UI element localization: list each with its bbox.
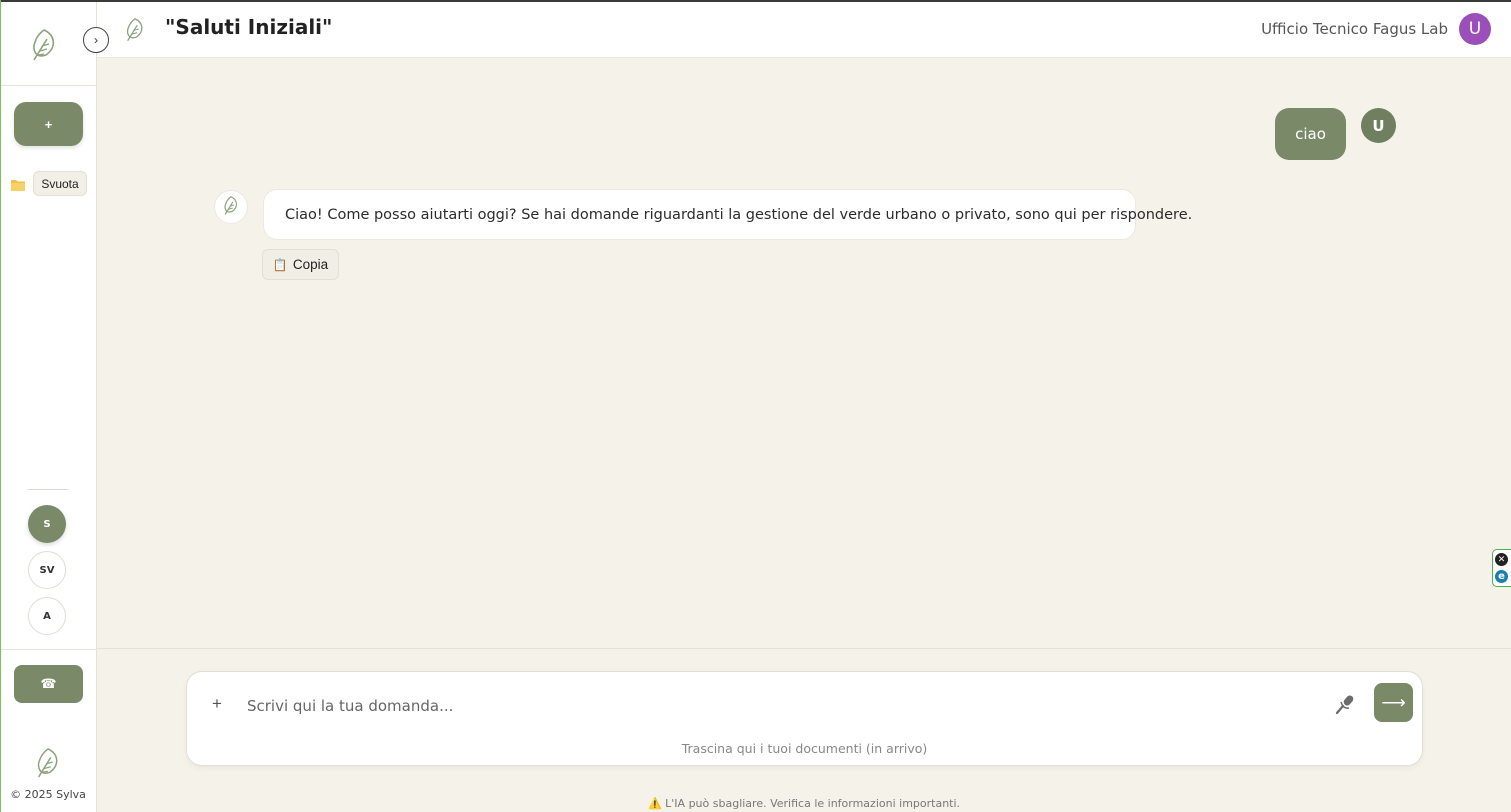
send-button[interactable]: ⟶ (1374, 683, 1413, 722)
close-icon[interactable]: ✕ (1495, 553, 1508, 566)
chat-title: "Saluti Iniziali" (165, 15, 333, 39)
sidebar-toggle-button[interactable]: › (83, 27, 109, 53)
dropzone-hint: Trascina qui i tuoi documenti (in arrivo… (681, 741, 928, 756)
assistant-message-bubble: Ciao! Come posso aiutarti oggi? Se hai d… (263, 189, 1192, 240)
attach-button[interactable]: + (207, 692, 227, 716)
telephone-icon: ☎ (40, 676, 57, 691)
sidebar-divider-bottom (0, 649, 96, 650)
composer-divider (97, 648, 1511, 649)
arrow-right-icon: ⟶ (1381, 692, 1406, 712)
user-message-bubble: ciao (1275, 108, 1346, 160)
composer: + ⟶ Trascina qui i tuoi documenti (in ar… (186, 671, 1423, 766)
sidebar: + Svuota S SV A ☎ © 2025 Sylva (0, 2, 97, 812)
header: "Saluti Iniziali" Ufficio Tecnico Fagus … (97, 2, 1511, 58)
message-input[interactable] (245, 692, 1309, 720)
leaf-icon (222, 195, 240, 219)
warning-icon: ⚠️ (647, 797, 662, 810)
assistant-avatar (214, 190, 248, 224)
user-avatar[interactable]: U (1459, 13, 1491, 45)
extension-e-icon[interactable]: e (1495, 570, 1508, 583)
extension-widget: ✕ e (1492, 549, 1511, 587)
leaf-icon-footer (34, 746, 62, 778)
clipboard-icon: 📋 (272, 257, 288, 272)
clear-button[interactable]: Svuota (33, 171, 87, 196)
copy-label: Copia (292, 257, 329, 272)
profile-a[interactable]: A (28, 597, 66, 635)
microphone-icon[interactable] (1334, 694, 1356, 716)
contact-button[interactable]: ☎ (14, 665, 83, 703)
profiles-separator (28, 489, 68, 490)
disclaimer: ⚠️ L'IA può sbagliare. Verifica le infor… (97, 797, 1511, 810)
copyright: © 2025 Sylva (10, 788, 86, 801)
sidebar-left-edge (0, 0, 1, 812)
folder-icon (11, 176, 25, 191)
disclaimer-text: L'IA può sbagliare. Verifica le informaz… (665, 797, 961, 810)
user-name: Ufficio Tecnico Fagus Lab (1261, 20, 1448, 38)
sidebar-divider (0, 85, 96, 86)
leaf-icon (124, 16, 146, 42)
leaf-icon[interactable] (29, 27, 59, 61)
profile-s[interactable]: S (28, 505, 66, 543)
profile-sv[interactable]: SV (28, 551, 66, 589)
copy-button[interactable]: 📋 Copia (262, 249, 339, 280)
user-message-avatar: U (1361, 108, 1396, 143)
chevron-right-icon: › (94, 33, 98, 47)
new-chat-button[interactable]: + (14, 102, 83, 146)
